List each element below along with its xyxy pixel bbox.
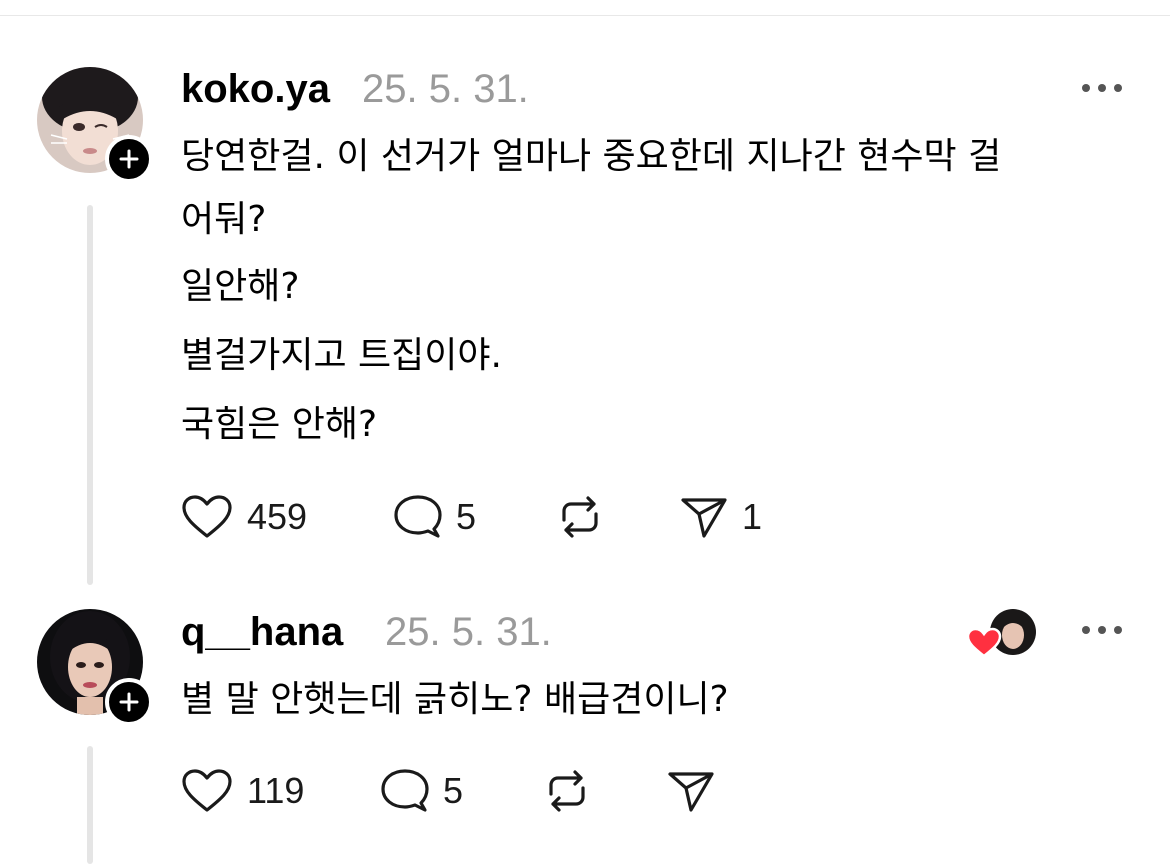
post-date: 25. 5. 31. [385, 610, 552, 654]
like-button[interactable]: 459 [181, 494, 307, 540]
repost-button[interactable] [543, 768, 591, 814]
post-text-line: 별걸가지고 트집이야. [181, 335, 502, 376]
post-date: 25. 5. 31. [362, 67, 529, 111]
plus-icon [119, 692, 139, 712]
post-text-line: 일안해? [181, 266, 300, 307]
comment-button[interactable]: 5 [394, 494, 476, 540]
follow-plus-button[interactable] [105, 678, 153, 726]
liked-heart-icon [966, 627, 1002, 658]
like-button[interactable]: 119 [181, 768, 304, 814]
comment-icon [381, 769, 429, 812]
plus-icon [119, 149, 139, 169]
more-icon[interactable] [1080, 620, 1124, 640]
username[interactable]: koko.ya [181, 67, 330, 111]
username[interactable]: q__hana [181, 610, 343, 654]
thread-line [87, 746, 93, 864]
post-text-line: 별 말 안햇는데 긁히노? 배급견이니? [181, 679, 729, 720]
comment-icon [394, 495, 442, 538]
heart-icon [182, 495, 232, 538]
thread-line [87, 205, 93, 585]
heart-icon [182, 769, 232, 812]
comment-button[interactable]: 5 [381, 768, 463, 814]
like-count: 119 [247, 770, 305, 811]
repost-icon [549, 770, 585, 812]
send-icon [681, 498, 727, 538]
more-icon[interactable] [1080, 78, 1124, 98]
post-text-line: 당연한걸. 이 선거가 얼마나 중요한데 지나간 현수막 걸 [181, 136, 1002, 177]
comment-count: 5 [456, 496, 477, 537]
share-button[interactable]: 1 [680, 494, 762, 540]
post-text-line: 국힘은 안해? [181, 404, 378, 445]
like-count: 459 [247, 496, 308, 537]
repost-icon [562, 496, 598, 538]
repost-button[interactable] [556, 494, 604, 540]
share-button[interactable] [667, 768, 715, 814]
send-icon [668, 772, 714, 812]
post-text-line: 어둬? [181, 199, 267, 240]
top-divider [0, 15, 1170, 16]
follow-plus-button[interactable] [105, 135, 153, 183]
comment-count: 5 [443, 770, 464, 811]
share-count: 1 [742, 496, 763, 537]
